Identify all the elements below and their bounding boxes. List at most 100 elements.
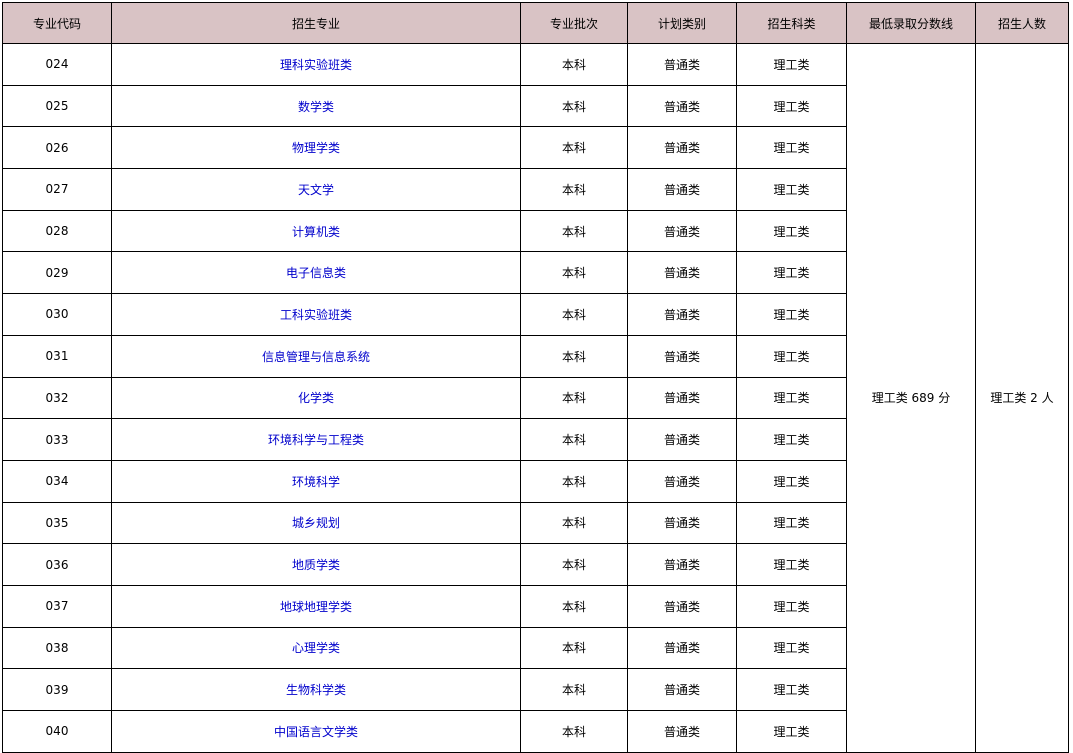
major-link[interactable]: 理科实验班类 <box>280 58 352 72</box>
plan-type-cell: 普通类 <box>627 376 737 420</box>
plan-type-cell: 普通类 <box>627 251 737 295</box>
major-code-cell: 033 <box>2 418 112 461</box>
enrollment-cell: 理工类 2 人 <box>975 43 1069 753</box>
subject-category-cell: 理工类 <box>736 168 847 211</box>
major-cell: 数学类 <box>111 84 521 128</box>
major-cell: 化学类 <box>111 376 521 420</box>
batch-cell: 本科 <box>520 376 628 420</box>
plan-type-cell: 普通类 <box>627 293 737 336</box>
header-major-code: 专业代码 <box>2 2 112 44</box>
major-cell: 理科实验班类 <box>111 43 521 86</box>
batch-cell: 本科 <box>520 584 628 628</box>
min-score-cell: 理工类 689 分 <box>846 43 976 753</box>
batch-cell: 本科 <box>520 543 628 586</box>
major-code-cell: 031 <box>2 334 112 378</box>
major-cell: 天文学 <box>111 168 521 211</box>
major-cell: 心理学类 <box>111 626 521 670</box>
major-link[interactable]: 工科实验班类 <box>280 308 352 322</box>
batch-cell: 本科 <box>520 626 628 670</box>
subject-category-cell: 理工类 <box>736 584 847 628</box>
plan-type-cell: 普通类 <box>627 334 737 378</box>
major-link[interactable]: 信息管理与信息系统 <box>262 350 370 364</box>
table-body: 024 理科实验班类 本科 普通类 理工类 理工类 689 分理工类 2 人 025 数学类本… <box>2 43 1069 753</box>
plan-type-cell: 普通类 <box>627 668 737 711</box>
major-cell: 计算机类 <box>111 209 521 253</box>
major-cell: 工科实验班类 <box>111 293 521 336</box>
batch-cell: 本科 <box>520 418 628 461</box>
header-min-score: 最低录取分数线 <box>846 2 976 44</box>
major-cell: 电子信息类 <box>111 251 521 295</box>
batch-cell: 本科 <box>520 668 628 711</box>
major-link[interactable]: 城乡规划 <box>292 516 340 530</box>
subject-category-cell: 理工类 <box>736 84 847 128</box>
subject-category-cell: 理工类 <box>736 251 847 295</box>
batch-cell: 本科 <box>520 168 628 211</box>
major-link[interactable]: 地球地理学类 <box>280 600 352 614</box>
plan-type-cell: 普通类 <box>627 168 737 211</box>
major-cell: 环境科学 <box>111 459 521 503</box>
major-code-cell: 040 <box>2 710 112 753</box>
major-link[interactable]: 化学类 <box>298 391 334 405</box>
header-major: 招生专业 <box>111 2 521 44</box>
batch-cell: 本科 <box>520 334 628 378</box>
header-enrollment: 招生人数 <box>975 2 1069 44</box>
plan-type-cell: 普通类 <box>627 710 737 753</box>
major-cell: 物理学类 <box>111 126 521 170</box>
plan-type-cell: 普通类 <box>627 126 737 170</box>
batch-cell: 本科 <box>520 501 628 545</box>
plan-type-cell: 普通类 <box>627 459 737 503</box>
major-cell: 生物科学类 <box>111 668 521 711</box>
header-subject-category: 招生科类 <box>736 2 847 44</box>
plan-type-cell: 普通类 <box>627 584 737 628</box>
batch-cell: 本科 <box>520 43 628 86</box>
major-cell: 信息管理与信息系统 <box>111 334 521 378</box>
major-link[interactable]: 物理学类 <box>292 141 340 155</box>
plan-type-cell: 普通类 <box>627 209 737 253</box>
batch-cell: 本科 <box>520 459 628 503</box>
major-code-cell: 032 <box>2 376 112 420</box>
subject-category-cell: 理工类 <box>736 668 847 711</box>
subject-category-cell: 理工类 <box>736 376 847 420</box>
major-code-cell: 035 <box>2 501 112 545</box>
major-code-cell: 034 <box>2 459 112 503</box>
subject-category-cell: 理工类 <box>736 626 847 670</box>
subject-category-cell: 理工类 <box>736 43 847 86</box>
plan-type-cell: 普通类 <box>627 626 737 670</box>
batch-cell: 本科 <box>520 710 628 753</box>
batch-cell: 本科 <box>520 84 628 128</box>
batch-cell: 本科 <box>520 251 628 295</box>
major-link[interactable]: 地质学类 <box>292 558 340 572</box>
major-link[interactable]: 数学类 <box>298 100 334 114</box>
major-cell: 环境科学与工程类 <box>111 418 521 461</box>
major-link[interactable]: 计算机类 <box>292 225 340 239</box>
major-code-cell: 026 <box>2 126 112 170</box>
subject-category-cell: 理工类 <box>736 418 847 461</box>
major-link[interactable]: 天文学 <box>298 183 334 197</box>
major-code-cell: 024 <box>2 43 112 86</box>
major-code-cell: 039 <box>2 668 112 711</box>
batch-cell: 本科 <box>520 209 628 253</box>
subject-category-cell: 理工类 <box>736 543 847 586</box>
major-code-cell: 037 <box>2 584 112 628</box>
major-code-cell: 028 <box>2 209 112 253</box>
plan-type-cell: 普通类 <box>627 543 737 586</box>
major-code-cell: 027 <box>2 168 112 211</box>
major-code-cell: 036 <box>2 543 112 586</box>
major-link[interactable]: 中国语言文学类 <box>274 725 358 739</box>
table-row: 024 理科实验班类 本科 普通类 理工类 理工类 689 分理工类 2 人 <box>2 43 1069 753</box>
plan-type-cell: 普通类 <box>627 43 737 86</box>
major-link[interactable]: 环境科学与工程类 <box>268 433 364 447</box>
major-cell: 城乡规划 <box>111 501 521 545</box>
plan-type-cell: 普通类 <box>627 84 737 128</box>
major-link[interactable]: 环境科学 <box>292 475 340 489</box>
subject-category-cell: 理工类 <box>736 293 847 336</box>
plan-type-cell: 普通类 <box>627 501 737 545</box>
major-link[interactable]: 心理学类 <box>292 641 340 655</box>
major-code-cell: 030 <box>2 293 112 336</box>
subject-category-cell: 理工类 <box>736 209 847 253</box>
major-cell: 地球地理学类 <box>111 584 521 628</box>
major-link[interactable]: 电子信息类 <box>286 266 346 280</box>
subject-category-cell: 理工类 <box>736 126 847 170</box>
major-link[interactable]: 生物科学类 <box>286 683 346 697</box>
admissions-table: 专业代码 招生专业 专业批次 计划类别 招生科类 最低录取分数线 招生人数 02… <box>2 2 1069 753</box>
